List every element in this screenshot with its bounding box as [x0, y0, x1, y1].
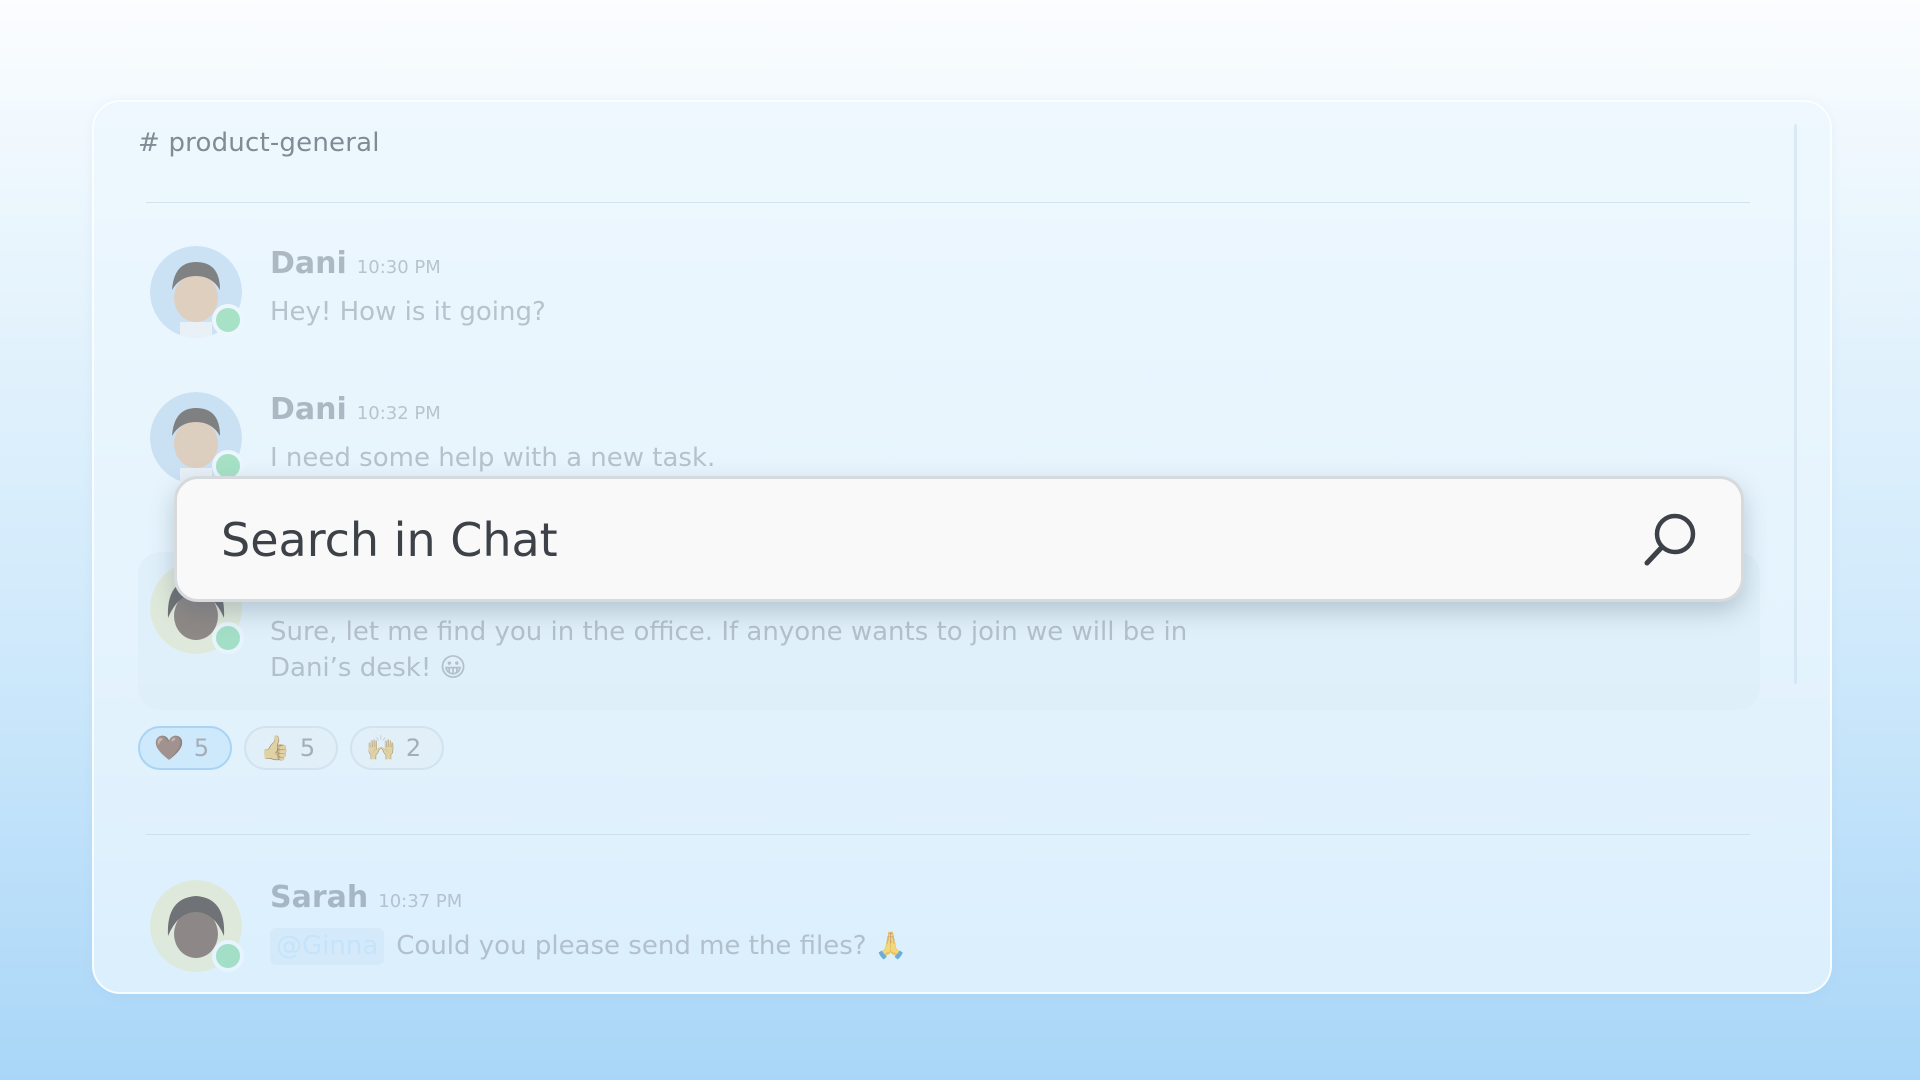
raised-hands-icon: 🙌	[366, 734, 396, 762]
header-divider	[146, 202, 1750, 203]
message-author[interactable]: Dani 10:32 PM	[270, 392, 441, 427]
message-text-line2: Dani’s desk! 😀	[270, 653, 467, 683]
message-divider	[146, 834, 1750, 835]
reaction-count: 2	[405, 734, 422, 762]
scrollbar[interactable]	[1794, 124, 1797, 684]
message-time: 10:30 PM	[356, 257, 441, 278]
message-text: Hey! How is it going?	[270, 297, 546, 327]
channel-title: # product-general	[138, 128, 380, 158]
online-status-dot	[212, 622, 244, 654]
message-time: 10:37 PM	[378, 891, 463, 912]
message-text: @Ginna Could you please send me the files…	[270, 928, 907, 965]
message-text: Sure, let me find you in the office. If …	[270, 617, 1188, 647]
online-status-dot	[212, 940, 244, 972]
message-text: I need some help with a new task.	[270, 443, 716, 473]
message-author[interactable]: Dani 10:30 PM	[270, 246, 441, 281]
reaction-heart[interactable]: 🤎 5	[138, 726, 232, 770]
message-time: 10:32 PM	[356, 403, 441, 424]
reaction-raised-hands[interactable]: 🙌 2	[350, 726, 444, 770]
reaction-count: 5	[299, 734, 316, 762]
thumbs-up-icon: 👍	[260, 734, 290, 762]
user-mention[interactable]: @Ginna	[270, 928, 385, 965]
reaction-thumbs-up[interactable]: 👍 5	[244, 726, 338, 770]
heart-icon: 🤎	[154, 734, 184, 762]
search-input[interactable]: Search in Chat	[221, 513, 558, 567]
search-icon[interactable]	[1639, 509, 1701, 571]
search-bar[interactable]: Search in Chat	[174, 476, 1744, 602]
reaction-count: 5	[193, 734, 210, 762]
online-status-dot	[212, 304, 244, 336]
message-author[interactable]: Sarah 10:37 PM	[270, 880, 462, 915]
